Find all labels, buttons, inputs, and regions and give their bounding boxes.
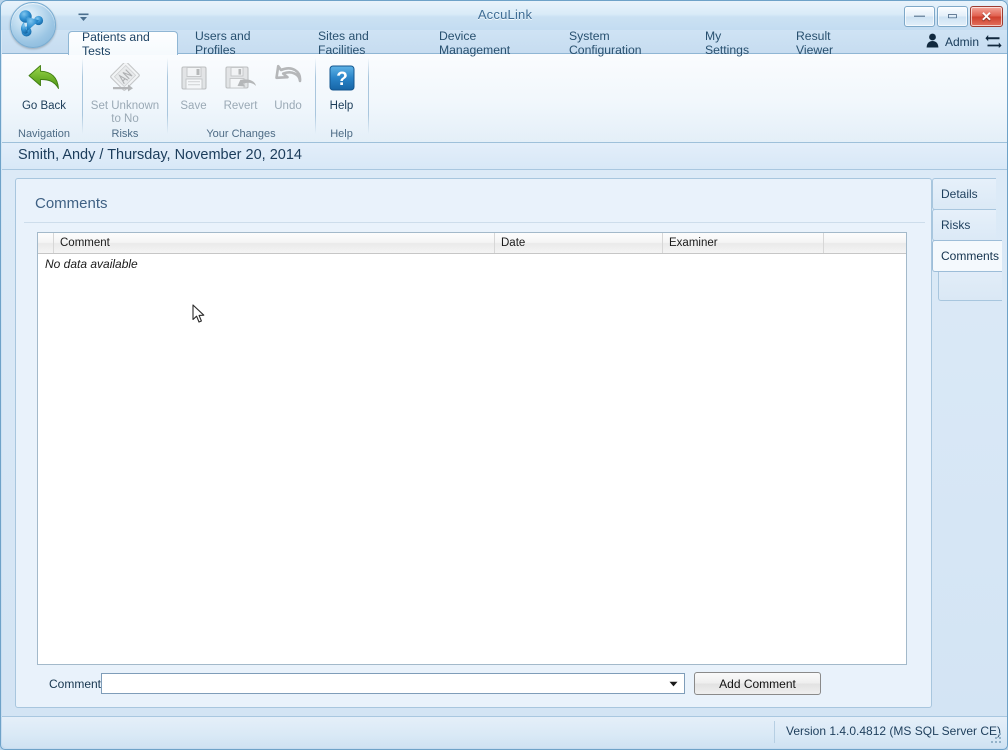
minimize-icon: — <box>914 10 925 22</box>
revert-button[interactable]: Revert <box>217 57 264 113</box>
save-button[interactable]: Save <box>170 57 217 113</box>
help-label: Help <box>329 100 354 112</box>
save-label: Save <box>180 100 207 112</box>
revert-label: Revert <box>223 100 258 112</box>
sidebar-item-details[interactable]: Details <box>932 178 996 210</box>
comments-panel: Comments Comment Date Examiner No data a… <box>15 178 932 708</box>
ribbon-group-label-your-changes: Your Changes <box>206 128 276 140</box>
sidebar-item-comments[interactable]: Comments <box>932 240 1002 272</box>
ribbon-group-navigation: Go Back Navigation <box>8 54 80 142</box>
tab-sites-and-facilities[interactable]: Sites and Facilities <box>305 28 423 57</box>
tab-patients-and-tests[interactable]: Patients and Tests <box>68 29 178 58</box>
user-account-area[interactable]: Admin <box>926 32 1002 52</box>
maximize-icon: ▭ <box>947 10 958 22</box>
tab-users-and-profiles[interactable]: Users and Profiles <box>182 28 302 57</box>
back-arrow-icon <box>27 59 61 97</box>
ribbon-separator <box>368 58 369 134</box>
comment-field-label: Comment <box>49 677 102 691</box>
comments-grid[interactable]: Comment Date Examiner No data available <box>37 232 907 665</box>
examiner-column-header[interactable]: Examiner <box>663 233 824 253</box>
section-navigation: Details Risks Comments <box>932 178 1002 301</box>
floppy-save-icon <box>179 59 209 97</box>
close-icon: ✕ <box>981 9 992 24</box>
version-label: Version 1.4.0.4812 (MS SQL Server CE) <box>786 724 1001 738</box>
maximize-button[interactable]: ▭ <box>937 6 968 27</box>
application-window: AccuLink — ▭ ✕ Patients and Tests Users … <box>0 0 1008 750</box>
patient-name-and-date: Smith, Andy / Thursday, November 20, 201… <box>18 147 302 163</box>
main-content-area: Comments Comment Date Examiner No data a… <box>2 170 1007 718</box>
acculink-logo-icon[interactable] <box>10 2 56 48</box>
sidebar-item-label: Risks <box>941 218 971 232</box>
ribbon-group-risks: Set Unknown to No Risks <box>86 54 164 142</box>
sidebar-item-risks[interactable]: Risks <box>932 209 996 241</box>
close-button[interactable]: ✕ <box>970 6 1003 27</box>
comment-combobox[interactable] <box>101 673 685 694</box>
set-unknown-to-no-label: Set Unknown to No <box>90 100 160 125</box>
panel-divider <box>24 222 925 223</box>
go-back-button[interactable]: Go Back <box>8 57 80 113</box>
ribbon-group-label-navigation: Navigation <box>18 128 70 140</box>
go-back-label: Go Back <box>21 100 67 112</box>
svg-text:?: ? <box>336 69 348 90</box>
tab-label: System Configuration <box>569 28 642 57</box>
tab-label: My Settings <box>705 28 750 57</box>
ribbon-group-your-changes: Save Revert Undo Your Changes <box>170 54 312 142</box>
add-comment-button[interactable]: Add Comment <box>694 672 821 695</box>
ribbon-separator <box>315 58 316 134</box>
sidebar-item-label: Details <box>941 187 978 201</box>
undo-arrow-icon <box>272 59 304 97</box>
section-navigation-filler <box>938 271 1002 301</box>
question-mark-icon: ? <box>328 59 356 97</box>
tab-result-viewer[interactable]: Result Viewer <box>783 28 878 57</box>
chevron-down-icon[interactable] <box>665 674 682 693</box>
add-comment-row: Comment Add Comment <box>37 672 907 695</box>
tab-label: Users and Profiles <box>195 28 251 57</box>
user-name-label: Admin <box>944 35 979 49</box>
ribbon-group-help: ? Help Help <box>318 54 365 142</box>
ribbon-group-label-help: Help <box>330 128 353 140</box>
ribbon-separator <box>82 58 83 134</box>
ribbon-group-label-risks: Risks <box>111 128 139 140</box>
grid-empty-message: No data available <box>45 257 138 271</box>
tab-label: Patients and Tests <box>82 29 150 58</box>
help-button[interactable]: ? Help <box>318 57 365 113</box>
minimize-button[interactable]: — <box>904 6 935 27</box>
page-title: Comments <box>35 195 108 212</box>
undo-label: Undo <box>274 100 302 112</box>
tab-system-configuration[interactable]: System Configuration <box>556 28 689 57</box>
tab-device-management[interactable]: Device Management <box>426 28 553 57</box>
floppy-revert-icon <box>224 59 258 97</box>
tab-my-settings[interactable]: My Settings <box>692 28 780 57</box>
set-unknown-icon <box>108 59 142 97</box>
status-bar: Version 1.4.0.4812 (MS SQL Server CE) <box>2 716 1007 748</box>
switch-user-icon[interactable] <box>985 34 1002 51</box>
comment-input[interactable] <box>102 674 662 693</box>
comment-column-header[interactable]: Comment <box>54 233 495 253</box>
sidebar-item-label: Comments <box>941 249 1000 263</box>
tab-label: Sites and Facilities <box>318 28 369 57</box>
tab-label: Result Viewer <box>796 28 834 57</box>
set-unknown-to-no-button[interactable]: Set Unknown to No <box>86 57 164 125</box>
add-comment-label: Add Comment <box>719 676 796 691</box>
window-title: AccuLink <box>477 7 533 22</box>
undo-button[interactable]: Undo <box>264 57 312 113</box>
title-bar: AccuLink — ▭ ✕ <box>1 1 1007 48</box>
date-column-header[interactable]: Date <box>495 233 663 253</box>
tab-label: Device Management <box>439 28 511 57</box>
grid-header-row: Comment Date Examiner <box>38 233 906 254</box>
resize-grip-icon[interactable] <box>990 732 1003 745</box>
patient-context-bar: Smith, Andy / Thursday, November 20, 201… <box>2 143 1007 170</box>
ribbon-tab-strip: Patients and Tests Users and Profiles Si… <box>2 28 1007 58</box>
row-indicator-header[interactable] <box>38 233 54 253</box>
user-icon <box>926 33 939 51</box>
status-bar-separator <box>774 721 775 743</box>
ribbon-separator <box>167 58 168 134</box>
filler-column-header <box>824 233 906 253</box>
ribbon-toolbar: Go Back Navigation Set Unknown to No Ris… <box>2 54 1007 143</box>
